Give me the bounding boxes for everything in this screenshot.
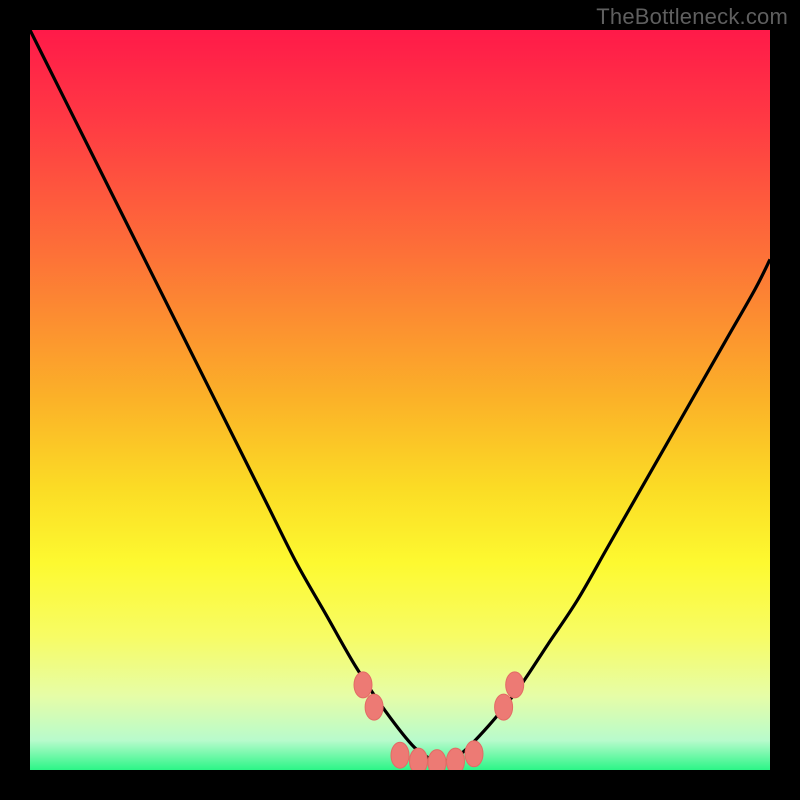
marker-dot — [428, 750, 446, 770]
highlight-markers — [354, 672, 524, 770]
marker-dot — [506, 672, 524, 698]
chart-frame: TheBottleneck.com — [0, 0, 800, 800]
bottleneck-curve-left — [30, 30, 437, 763]
marker-dot — [354, 672, 372, 698]
plot-area — [30, 30, 770, 770]
bottleneck-curve-right — [437, 259, 770, 762]
marker-dot — [391, 742, 409, 768]
marker-dot — [465, 741, 483, 767]
marker-dot — [365, 694, 383, 720]
marker-dot — [410, 748, 428, 770]
chart-svg — [30, 30, 770, 770]
marker-dot — [447, 748, 465, 770]
watermark-text: TheBottleneck.com — [596, 4, 788, 30]
marker-dot — [495, 694, 513, 720]
